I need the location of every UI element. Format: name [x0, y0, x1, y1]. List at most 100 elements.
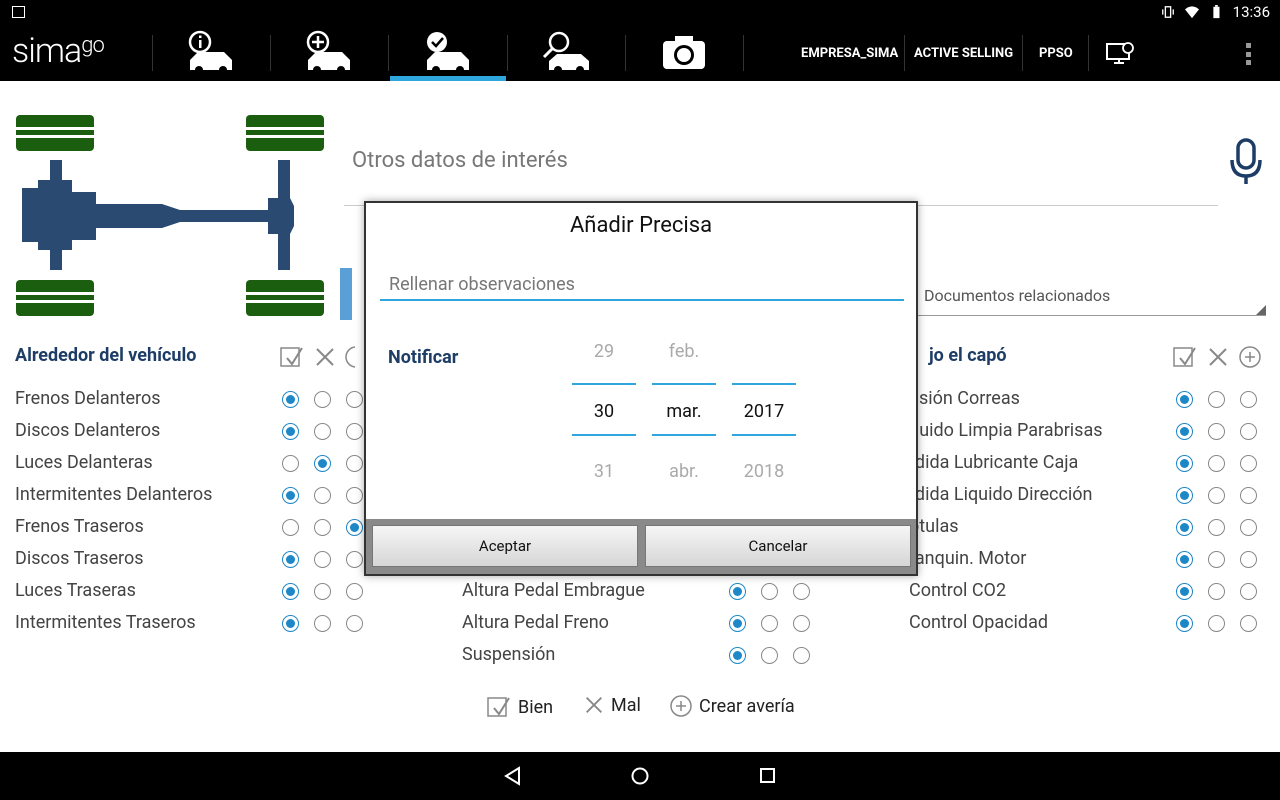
- add-all-icon[interactable]: [1238, 345, 1262, 369]
- recents-icon[interactable]: [759, 767, 777, 785]
- radio-bien[interactable]: [1176, 583, 1193, 600]
- month-current[interactable]: mar.: [652, 401, 716, 422]
- radio-bien[interactable]: [282, 487, 299, 504]
- radio-bien[interactable]: [1176, 391, 1193, 408]
- radio-bien[interactable]: [282, 583, 299, 600]
- tab-vehicle-info[interactable]: [153, 25, 269, 81]
- radio-averia[interactable]: [346, 487, 363, 504]
- radio-averia[interactable]: [346, 551, 363, 568]
- radio-bien[interactable]: [282, 423, 299, 440]
- documentos-relacionados-select[interactable]: Documentos relacionados: [924, 286, 1110, 305]
- tab-inspection[interactable]: [390, 25, 506, 81]
- radio-mal[interactable]: [314, 583, 331, 600]
- radio-mal[interactable]: [1208, 519, 1225, 536]
- radio-averia[interactable]: [793, 647, 810, 664]
- year-next[interactable]: 2018: [732, 461, 796, 482]
- radio-mal[interactable]: [1208, 391, 1225, 408]
- radio-averia[interactable]: [346, 519, 363, 536]
- radio-bien[interactable]: [282, 519, 299, 536]
- company-name[interactable]: EMPRESA_SIMA: [801, 25, 898, 81]
- radio-mal[interactable]: [1208, 423, 1225, 440]
- radio-bien[interactable]: [282, 391, 299, 408]
- home-icon[interactable]: [630, 766, 650, 786]
- radio-averia[interactable]: [793, 583, 810, 600]
- radio-averia[interactable]: [1240, 583, 1257, 600]
- radio-averia[interactable]: [1240, 615, 1257, 632]
- side-tab-strip[interactable]: [340, 268, 352, 320]
- radio-averia[interactable]: [346, 455, 363, 472]
- otros-datos-label[interactable]: Otros datos de interés: [352, 148, 568, 173]
- radio-mal[interactable]: [1208, 487, 1225, 504]
- app-toolbar: simago EMPRESA_SIMA ACTIVE SELLING PPSO: [0, 25, 1280, 81]
- radio-mal[interactable]: [314, 487, 331, 504]
- radio-mal[interactable]: [314, 519, 331, 536]
- radio-averia[interactable]: [346, 423, 363, 440]
- radio-bien[interactable]: [282, 615, 299, 632]
- radio-bien[interactable]: [282, 551, 299, 568]
- radio-mal[interactable]: [761, 647, 778, 664]
- month-prev[interactable]: feb.: [652, 341, 716, 362]
- tire-front-right[interactable]: [16, 280, 94, 316]
- radio-mal[interactable]: [761, 615, 778, 632]
- month-picker[interactable]: feb. mar. abr.: [652, 333, 716, 493]
- aceptar-button[interactable]: Aceptar: [372, 525, 638, 567]
- cross-all-icon[interactable]: [1206, 345, 1230, 369]
- radio-bien[interactable]: [1176, 615, 1193, 632]
- tab-add-vehicle[interactable]: [271, 25, 387, 81]
- radio-averia[interactable]: [1240, 487, 1257, 504]
- year-current[interactable]: 2017: [732, 401, 796, 422]
- radio-mal[interactable]: [1208, 455, 1225, 472]
- day-next[interactable]: 31: [572, 461, 636, 482]
- active-selling-button[interactable]: ACTIVE SELLING: [914, 25, 1013, 81]
- day-current[interactable]: 30: [572, 401, 636, 422]
- radio-averia[interactable]: [1240, 519, 1257, 536]
- sync-screen-button[interactable]: [1080, 25, 1160, 81]
- check-all-icon[interactable]: [1172, 344, 1198, 370]
- tab-search-vehicle[interactable]: [508, 25, 624, 81]
- radio-bien[interactable]: [1176, 519, 1193, 536]
- radio-averia[interactable]: [346, 391, 363, 408]
- radio-bien[interactable]: [1176, 551, 1193, 568]
- radio-bien[interactable]: [1176, 423, 1193, 440]
- radio-mal[interactable]: [761, 583, 778, 600]
- radio-averia[interactable]: [1240, 551, 1257, 568]
- simago-logo[interactable]: simago: [12, 31, 105, 71]
- microphone-icon[interactable]: [1228, 138, 1264, 188]
- radio-bien[interactable]: [1176, 455, 1193, 472]
- radio-mal[interactable]: [314, 615, 331, 632]
- tire-rear-left[interactable]: [246, 115, 324, 151]
- ppso-button[interactable]: PPSO: [1039, 25, 1073, 81]
- radio-bien[interactable]: [282, 455, 299, 472]
- overflow-menu-icon[interactable]: [1246, 43, 1252, 65]
- day-prev[interactable]: 29: [572, 341, 636, 362]
- year-picker[interactable]: 2017 2018: [732, 333, 796, 493]
- radio-averia[interactable]: [1240, 391, 1257, 408]
- radio-bien[interactable]: [1176, 487, 1193, 504]
- radio-mal[interactable]: [314, 551, 331, 568]
- radio-averia[interactable]: [346, 615, 363, 632]
- month-next[interactable]: abr.: [652, 461, 716, 482]
- radio-averia[interactable]: [793, 615, 810, 632]
- day-picker[interactable]: 29 30 31: [572, 333, 636, 493]
- radio-averia[interactable]: [1240, 455, 1257, 472]
- radio-mal[interactable]: [314, 455, 331, 472]
- cross-all-icon[interactable]: [313, 345, 337, 369]
- tab-camera[interactable]: [626, 25, 742, 81]
- tire-rear-right[interactable]: [246, 280, 324, 316]
- radio-bien[interactable]: [729, 583, 746, 600]
- radio-mal[interactable]: [314, 391, 331, 408]
- radio-mal[interactable]: [1208, 583, 1225, 600]
- check-all-icon[interactable]: [279, 344, 305, 370]
- radio-mal[interactable]: [314, 423, 331, 440]
- radio-mal[interactable]: [1208, 615, 1225, 632]
- cancelar-button[interactable]: Cancelar: [645, 525, 911, 567]
- observaciones-input[interactable]: [380, 269, 904, 301]
- radio-averia[interactable]: [346, 583, 363, 600]
- radio-mal[interactable]: [1208, 551, 1225, 568]
- add-all-icon-partial[interactable]: [345, 345, 355, 369]
- radio-bien[interactable]: [729, 615, 746, 632]
- radio-bien[interactable]: [729, 647, 746, 664]
- back-icon[interactable]: [503, 766, 523, 786]
- tire-front-left[interactable]: [16, 115, 94, 151]
- radio-averia[interactable]: [1240, 423, 1257, 440]
